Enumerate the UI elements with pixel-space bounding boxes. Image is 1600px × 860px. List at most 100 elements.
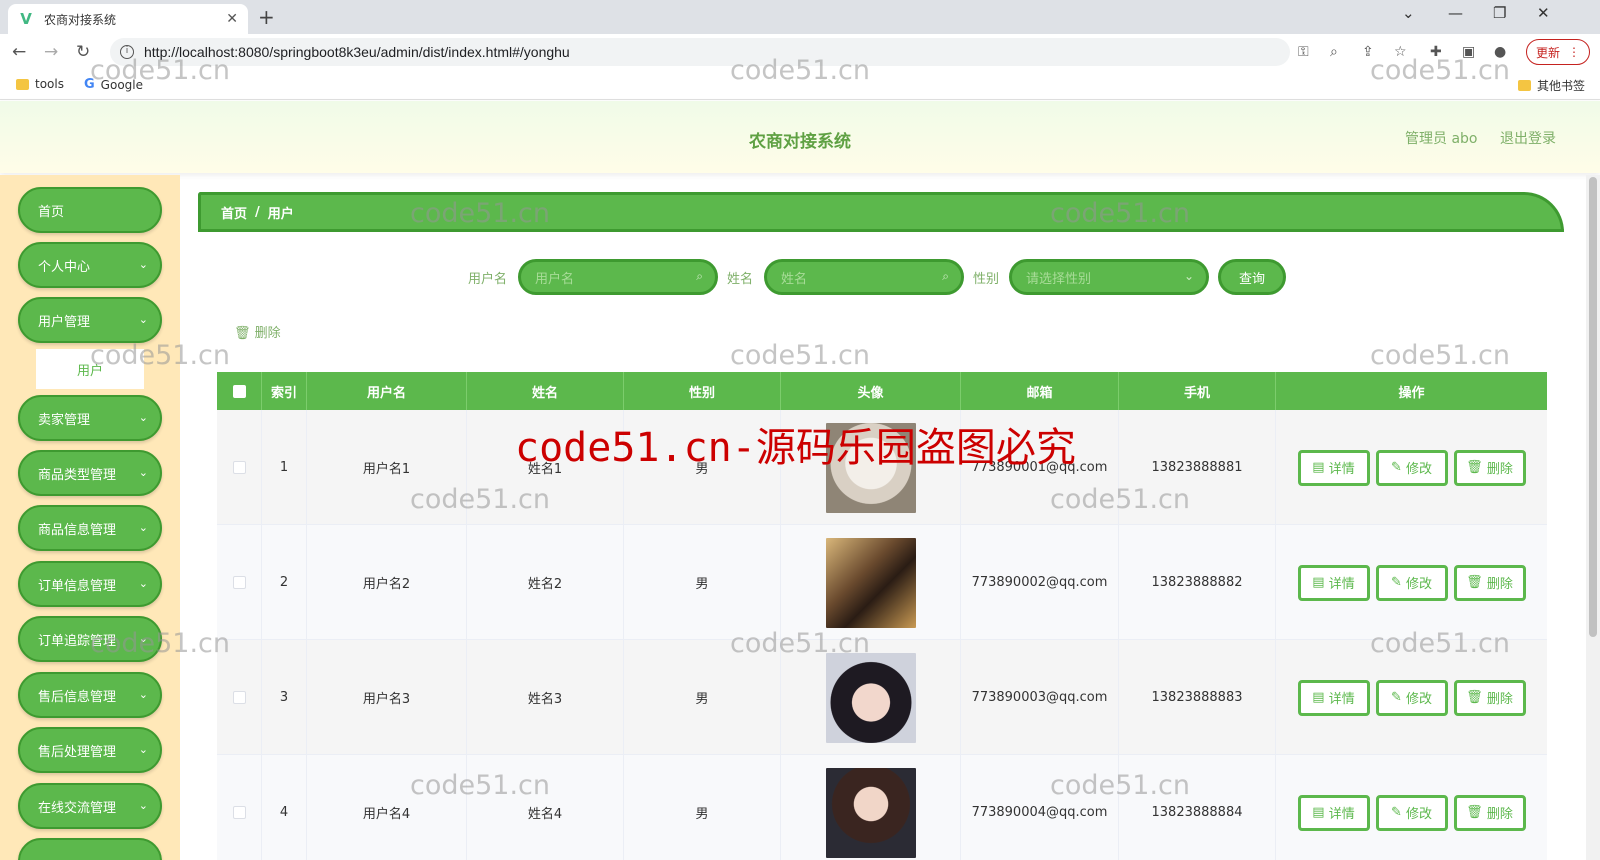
row-select-cell xyxy=(217,410,262,525)
back-icon[interactable]: ← xyxy=(12,42,26,62)
sidebar-item-users[interactable]: 用户管理 ⌄ xyxy=(18,297,162,343)
edit-label: 修改 xyxy=(1406,577,1433,592)
sidebar-item-home[interactable]: 首页 xyxy=(18,187,162,233)
trash-icon: 🗑 xyxy=(1466,805,1487,820)
column-header: 邮箱 xyxy=(961,372,1119,410)
update-label: 更新 xyxy=(1535,45,1560,60)
vertical-scrollbar[interactable] xyxy=(1586,175,1600,860)
cell-username: 用户名1 xyxy=(307,410,467,525)
scrollbar-thumb[interactable] xyxy=(1589,177,1597,637)
detail-button[interactable]: ▤ 详情 xyxy=(1297,679,1370,716)
cell-actions: ▤ 详情 ✎ 修改 🗑 删除 xyxy=(1276,640,1547,755)
delete-button[interactable]: 🗑 删除 xyxy=(1453,564,1526,601)
sidebar-item-profile[interactable]: 个人中心 ⌄ xyxy=(18,242,162,288)
row-checkbox[interactable] xyxy=(232,691,246,704)
cell-email: 773890003@qq.com xyxy=(961,640,1119,755)
row-checkbox[interactable] xyxy=(232,806,246,819)
cell-name: 姓名4 xyxy=(467,755,624,860)
watermark: code51.cn xyxy=(1370,340,1511,371)
row-checkbox[interactable] xyxy=(232,576,246,589)
column-header: 索引 xyxy=(262,372,307,410)
chevron-down-icon: ⌄ xyxy=(138,577,148,590)
bookmark-tools[interactable]: tools xyxy=(16,77,64,91)
edit-button[interactable]: ✎ 修改 xyxy=(1375,449,1448,486)
chevron-down-icon: ⌄ xyxy=(138,258,148,271)
gender-select[interactable]: 请选择性别 ⌄ xyxy=(1009,259,1209,295)
other-bookmarks-label: 其他书签 xyxy=(1537,79,1586,93)
other-bookmarks[interactable]: 其他书签 xyxy=(1518,77,1585,94)
logout-link[interactable]: 退出登录 xyxy=(1500,128,1556,148)
share-icon[interactable]: ⇪ xyxy=(1362,44,1374,60)
tab-search-icon[interactable]: ⌄ xyxy=(1402,4,1415,22)
document-icon: ▤ xyxy=(1312,805,1329,820)
edit-button[interactable]: ✎ 修改 xyxy=(1375,564,1448,601)
extensions-icon[interactable]: ✚ xyxy=(1430,44,1442,60)
sidebar-item-order-tracking[interactable]: 订单追踪管理 ⌄ xyxy=(18,616,162,662)
bookmark-star-icon[interactable]: ☆ xyxy=(1394,44,1407,60)
sidebar-item-chat[interactable]: 在线交流管理 ⌄ xyxy=(18,783,162,829)
chevron-down-icon: ⌄ xyxy=(138,632,148,645)
row-checkbox[interactable] xyxy=(232,461,246,474)
app-title: 农商对接系统 xyxy=(749,132,851,152)
site-info-icon[interactable]: i xyxy=(120,45,134,59)
name-placeholder: 姓名 xyxy=(781,271,808,287)
sidebar-item-sellers[interactable]: 卖家管理 ⌄ xyxy=(18,395,162,441)
forward-icon[interactable]: → xyxy=(44,42,58,62)
delete-button[interactable]: 🗑 删除 xyxy=(1453,679,1526,716)
new-tab-icon[interactable]: + xyxy=(258,5,275,29)
breadcrumb-current: 用户 xyxy=(267,206,294,222)
minimize-icon[interactable]: — xyxy=(1448,4,1463,22)
browser-tab[interactable]: V 农商对接系统 ✕ xyxy=(8,4,248,34)
admin-label: 管理员 abo xyxy=(1405,131,1478,147)
table-row: 2 用户名2 姓名2 男 773890002@qq.com 13823888882 ▤ 详情… xyxy=(217,525,1547,640)
trash-icon: 🗑 xyxy=(1466,575,1487,590)
sidebar-item-label: 商品类型管理 xyxy=(38,467,117,483)
browser-tabbar: V 农商对接系统 ✕ + ⌄ — ❐ ✕ xyxy=(0,0,1600,34)
trash-icon: 🗑 xyxy=(1466,460,1487,475)
cell-avatar xyxy=(781,755,961,860)
bookmark-google[interactable]: G Google xyxy=(84,77,143,92)
sidebar-item-aftersales-info[interactable]: 售后信息管理 ⌄ xyxy=(18,672,162,718)
zoom-icon[interactable]: ⌕ xyxy=(1330,44,1338,60)
edit-label: 修改 xyxy=(1406,462,1433,477)
search-icon: ⌕ xyxy=(942,269,949,283)
vue-logo-icon: V xyxy=(20,10,32,28)
sidebar-item-more[interactable] xyxy=(18,838,162,860)
batch-delete-button[interactable]: 🗑 删除 xyxy=(234,322,281,341)
sidebar-item-product-types[interactable]: 商品类型管理 ⌄ xyxy=(18,450,162,496)
pencil-icon: ✎ xyxy=(1390,460,1406,475)
detail-button[interactable]: ▤ 详情 xyxy=(1297,564,1370,601)
url-input[interactable]: i http://localhost:8080/springboot8k3eu/… xyxy=(110,38,1290,66)
detail-button[interactable]: ▤ 详情 xyxy=(1297,449,1370,486)
close-tab-icon[interactable]: ✕ xyxy=(226,11,238,27)
name-input[interactable]: 姓名 ⌕ xyxy=(764,259,964,295)
breadcrumb-home[interactable]: 首页 xyxy=(221,203,247,222)
reload-icon[interactable]: ↻ xyxy=(76,42,90,62)
sidebar-subitem-user[interactable]: 用户 xyxy=(36,349,144,389)
select-all-checkbox[interactable] xyxy=(232,384,246,398)
chevron-down-icon: ⌄ xyxy=(138,466,148,479)
profile-icon[interactable]: ● xyxy=(1494,44,1506,60)
edit-button[interactable]: ✎ 修改 xyxy=(1375,794,1448,831)
key-icon[interactable]: ⚿ xyxy=(1298,44,1309,60)
side-panel-icon[interactable]: ▣ xyxy=(1462,44,1475,60)
breadcrumb: 首页 / 用户 xyxy=(198,192,1564,232)
edit-button[interactable]: ✎ 修改 xyxy=(1375,679,1448,716)
delete-button[interactable]: 🗑 删除 xyxy=(1453,449,1526,486)
restore-icon[interactable]: ❐ xyxy=(1493,4,1506,22)
sidebar-item-aftersales-handling[interactable]: 售后处理管理 ⌄ xyxy=(18,727,162,773)
table-row: 3 用户名3 姓名3 男 773890003@qq.com 13823888883 ▤ 详情… xyxy=(217,640,1547,755)
sidebar-item-product-info[interactable]: 商品信息管理 ⌄ xyxy=(18,505,162,551)
update-button[interactable]: 更新 ⋮ xyxy=(1526,39,1590,65)
detail-label: 详情 xyxy=(1328,577,1355,592)
delete-button[interactable]: 🗑 删除 xyxy=(1453,794,1526,831)
query-button[interactable]: 查询 xyxy=(1218,259,1286,295)
close-window-icon[interactable]: ✕ xyxy=(1537,4,1550,22)
cell-phone: 13823888881 xyxy=(1119,410,1276,525)
chevron-down-icon: ⌄ xyxy=(138,799,148,812)
sidebar-item-orders[interactable]: 订单信息管理 ⌄ xyxy=(18,561,162,607)
cell-username: 用户名3 xyxy=(307,640,467,755)
username-input[interactable]: 用户名 ⌕ xyxy=(518,259,718,295)
cell-index: 1 xyxy=(262,410,307,525)
detail-button[interactable]: ▤ 详情 xyxy=(1297,794,1370,831)
